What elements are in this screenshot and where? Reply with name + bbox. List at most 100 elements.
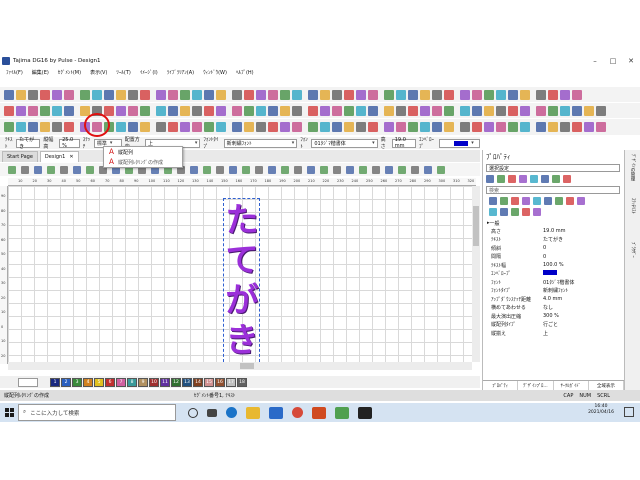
toolbar-tool-icon[interactable]: [52, 105, 62, 116]
thread-color-swatch[interactable]: 18: [237, 377, 247, 387]
toolbar-tool-icon[interactable]: [408, 105, 418, 116]
toolbar-tool-icon[interactable]: [180, 89, 190, 100]
toolbar-tool-icon[interactable]: [232, 122, 242, 132]
toolbar-tool-icon[interactable]: [256, 105, 266, 116]
toolbar-tool-icon[interactable]: [584, 122, 594, 132]
toolbar-tool-icon[interactable]: [268, 89, 278, 100]
object-tool-icon[interactable]: [242, 165, 250, 174]
toolbar-tool-icon[interactable]: [308, 89, 318, 100]
toolbar-tool-icon[interactable]: [356, 105, 366, 116]
toolbar-tool-icon[interactable]: [280, 105, 290, 116]
object-tool-icon[interactable]: [346, 165, 354, 174]
toolbar-tool-icon[interactable]: [508, 89, 518, 100]
property-tool-icon[interactable]: [555, 197, 563, 205]
toolbar-tool-icon[interactable]: [356, 89, 366, 100]
toolbar-tool-icon[interactable]: [572, 122, 582, 132]
toolbar-tool-icon[interactable]: [16, 122, 26, 132]
property-row[interactable]: ﾌｫﾝﾄﾀｲﾌﾟ 新刺繍ﾌｫﾝﾄ: [483, 287, 623, 296]
toolbar-tool-icon[interactable]: [384, 122, 394, 132]
props-search-input[interactable]: 検索: [486, 186, 620, 194]
object-tool-icon[interactable]: [320, 165, 328, 174]
object-tool-icon[interactable]: [424, 165, 432, 174]
notification-icon[interactable]: [624, 407, 634, 417]
toolbar-tool-icon[interactable]: [460, 89, 470, 100]
toolbar-tool-icon[interactable]: [420, 89, 430, 100]
toolbar-tool-icon[interactable]: [572, 89, 582, 100]
object-tool-icon[interactable]: [333, 165, 341, 174]
panel-tab[interactable]: ﾃﾞｻﾞｲﾝﾌﾟﾛ...: [518, 381, 554, 390]
menu-item[interactable]: ﾍﾙﾌﾟ(H): [236, 69, 254, 76]
toolbar-tool-icon[interactable]: [180, 122, 190, 132]
object-tool-icon[interactable]: [372, 165, 380, 174]
toolbar-tool-icon[interactable]: [204, 122, 214, 132]
toolbar-tool-icon[interactable]: [496, 89, 506, 100]
toolbar-tool-icon[interactable]: [216, 122, 226, 132]
toolbar-tool-icon[interactable]: [116, 122, 126, 132]
toolbar-tool-icon[interactable]: [420, 122, 430, 132]
toolbar-tool-icon[interactable]: [432, 122, 442, 132]
toolbar-tool-icon[interactable]: [384, 89, 394, 100]
toolbar-tool-icon[interactable]: [368, 122, 378, 132]
toolbar-tool-icon[interactable]: [280, 89, 290, 100]
toolbar-tool-icon[interactable]: [4, 105, 14, 116]
chrome-icon[interactable]: [292, 407, 303, 418]
mail-icon[interactable]: [269, 406, 283, 419]
toolbar-tool-icon[interactable]: [64, 122, 74, 132]
object-tool-icon[interactable]: [385, 165, 393, 174]
maximize-button[interactable]: □: [604, 57, 622, 65]
toolbar-tool-icon[interactable]: [548, 122, 558, 132]
toolbar-tool-icon[interactable]: [4, 89, 14, 100]
thread-color-swatch[interactable]: 2: [61, 377, 71, 387]
toolbar-tool-icon[interactable]: [128, 105, 138, 116]
property-tool-icon[interactable]: [500, 208, 508, 216]
toolbar-tool-icon[interactable]: [472, 89, 482, 100]
thread-color-swatch[interactable]: 3: [72, 377, 82, 387]
property-tool-icon[interactable]: [519, 175, 527, 183]
cortana-icon[interactable]: [188, 407, 198, 418]
object-tool-icon[interactable]: [411, 165, 419, 174]
toolbar-tool-icon[interactable]: [596, 105, 606, 116]
toolbar-tool-icon[interactable]: [4, 122, 14, 132]
toolbar-tool-icon[interactable]: [508, 105, 518, 116]
toolbar-tool-icon[interactable]: [560, 89, 570, 100]
office-icon[interactable]: [312, 406, 326, 419]
property-row[interactable]: ﾃｷｽﾄ幅 100.0 %: [483, 261, 623, 270]
object-tool-icon[interactable]: [229, 165, 237, 174]
thread-color-swatch[interactable]: 13: [182, 377, 192, 387]
toolbar-tool-icon[interactable]: [584, 105, 594, 116]
menu-item[interactable]: 編集(E): [32, 69, 49, 76]
toolbar-tool-icon[interactable]: [332, 89, 342, 100]
explorer-icon[interactable]: [246, 406, 260, 419]
toolbar-tool-icon[interactable]: [192, 122, 202, 132]
toolbar-tool-icon[interactable]: [536, 122, 546, 132]
toolbar-tool-icon[interactable]: [396, 89, 406, 100]
toolbar-tool-icon[interactable]: [232, 89, 242, 100]
tajima-app-icon[interactable]: [358, 406, 372, 419]
object-tool-icon[interactable]: [294, 165, 302, 174]
property-tool-icon[interactable]: [489, 208, 497, 216]
fonttype-select[interactable]: 新刺繍ﾌｫﾝﾄ: [223, 138, 298, 148]
horizontal-scrollbar[interactable]: [8, 362, 472, 370]
toolbar-tool-icon[interactable]: [472, 122, 482, 132]
toolbar-tool-icon[interactable]: [444, 122, 454, 132]
toolbar-tool-icon[interactable]: [168, 89, 178, 100]
toolbar-tool-icon[interactable]: [204, 89, 214, 100]
thread-color-swatch[interactable]: 17: [226, 377, 236, 387]
vertical-scrollbar[interactable]: [472, 186, 480, 362]
property-tool-icon[interactable]: [486, 175, 494, 183]
toolbar-tool-icon[interactable]: [216, 105, 226, 116]
side-tab[interactable]: ﾌﾞﾗｳｻﾞｰ: [629, 242, 635, 282]
property-row[interactable]: 最大演出圧縮 300 %: [483, 312, 623, 321]
text-input[interactable]: たてがき: [16, 137, 41, 150]
close-button[interactable]: ✕: [622, 57, 640, 65]
toolbar-tool-icon[interactable]: [508, 122, 518, 132]
property-row[interactable]: ｴﾝﾍﾞﾛｰﾌﾟ: [483, 270, 623, 279]
property-row[interactable]: 縦配列ﾀｲﾌﾟ 行ごと: [483, 321, 623, 330]
toolbar-tool-icon[interactable]: [40, 105, 50, 116]
object-tool-icon[interactable]: [216, 165, 224, 174]
toolbar-tool-icon[interactable]: [28, 105, 38, 116]
toolbar-tool-icon[interactable]: [168, 105, 178, 116]
toolbar-tool-icon[interactable]: [280, 122, 290, 132]
side-tab[interactable]: ﾃﾞｻﾞｲﾝの管理: [629, 154, 635, 194]
toolbar-tool-icon[interactable]: [596, 122, 606, 132]
